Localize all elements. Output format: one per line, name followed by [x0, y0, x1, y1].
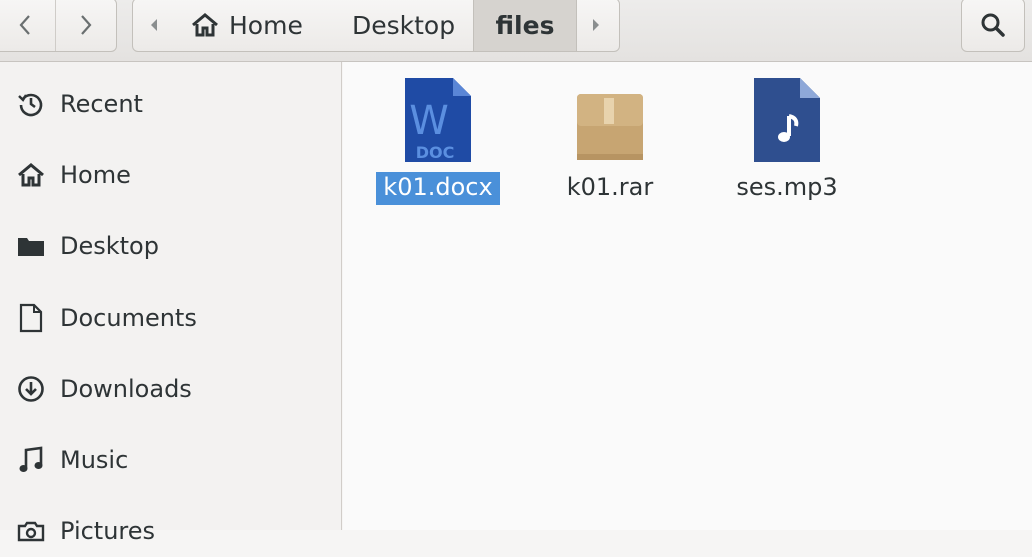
search-icon — [981, 13, 1005, 37]
sidebar-item-desktop[interactable]: Desktop — [0, 220, 341, 272]
chevron-right-icon — [81, 15, 92, 35]
path-bar: Home Desktop files — [132, 0, 620, 52]
sidebar-item-label: Home — [60, 161, 131, 189]
sidebar-item-label: Desktop — [60, 232, 159, 260]
file-item-k01-docx[interactable]: W DOC k01.docx — [363, 62, 513, 222]
file-name: ses.mp3 — [736, 173, 838, 201]
music-note-icon — [14, 446, 48, 474]
sidebar-item-label: Documents — [60, 304, 197, 332]
file-item-ses-mp3[interactable]: ses.mp3 — [712, 62, 862, 222]
sidebar-item-label: Recent — [60, 90, 143, 118]
pathbar-scroll-right-button[interactable] — [573, 0, 619, 51]
home-icon — [191, 13, 219, 37]
file-item-k01-rar[interactable]: k01.rar — [535, 62, 685, 222]
document-icon — [14, 303, 48, 333]
home-icon — [14, 163, 48, 187]
search-button[interactable] — [961, 0, 1025, 52]
pathbar-scroll-left-button[interactable] — [133, 0, 175, 51]
chevron-left-icon — [19, 15, 30, 35]
archive-box-icon — [572, 74, 648, 164]
breadcrumb-files-label: files — [495, 10, 555, 40]
doc-badge-text: DOC — [416, 143, 455, 162]
file-name: k01.docx — [376, 172, 500, 205]
forward-button[interactable] — [55, 0, 116, 51]
sidebar-item-downloads[interactable]: Downloads — [0, 363, 341, 415]
breadcrumb-desktop-label: Desktop — [352, 10, 456, 40]
sidebar-item-label: Downloads — [60, 375, 192, 403]
sidebar-item-documents[interactable]: Documents — [0, 292, 341, 344]
file-view: W DOC k01.docx k01.rar ses.mp3 — [343, 62, 1032, 530]
sidebar: Recent Home Desktop Documents Downloads … — [0, 62, 342, 545]
audio-file-icon — [749, 74, 825, 164]
download-icon — [14, 375, 48, 403]
sidebar-item-recent[interactable]: Recent — [0, 78, 341, 130]
breadcrumb-files[interactable]: files — [473, 0, 577, 51]
sidebar-item-music[interactable]: Music — [0, 434, 341, 486]
breadcrumb-desktop[interactable]: Desktop — [352, 0, 455, 51]
sidebar-item-home[interactable]: Home — [0, 149, 341, 201]
breadcrumb-home[interactable]: Home — [191, 0, 303, 51]
header-bar: Home Desktop files — [0, 0, 1032, 62]
word-document-icon: W DOC — [400, 74, 476, 164]
back-button[interactable] — [0, 0, 55, 51]
breadcrumb-home-label: Home — [229, 10, 303, 40]
triangle-right-icon — [593, 19, 599, 31]
sidebar-item-label: Music — [60, 446, 129, 474]
navigation-buttons — [0, 0, 117, 52]
sidebar-item-pictures[interactable]: Pictures — [0, 505, 341, 557]
word-icon-letter: W — [409, 98, 449, 144]
camera-icon — [14, 519, 48, 543]
file-name: k01.rar — [566, 173, 654, 201]
triangle-left-icon — [151, 19, 157, 31]
clock-icon — [14, 90, 48, 118]
sidebar-item-label: Pictures — [60, 517, 156, 545]
folder-icon — [14, 235, 48, 257]
